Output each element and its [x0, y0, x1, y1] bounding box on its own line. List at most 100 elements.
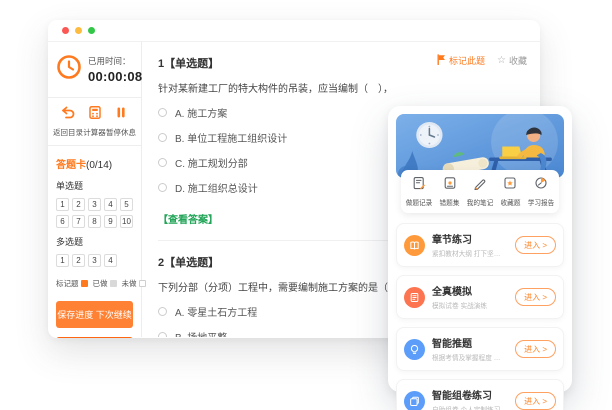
calculator-button[interactable]: 计算器 [83, 106, 106, 138]
menu-item-notes[interactable]: 我的笔记 [465, 176, 495, 208]
practice-item-chapter[interactable]: 章节练习 紧扣教材大纲 打下坚实基础 进入 > [396, 223, 564, 267]
option-text: A. 零星土石方工程 [175, 304, 257, 319]
practice-modes-card: 做题记录 错题集 我的 [388, 106, 572, 392]
question-number-button[interactable]: 10 [120, 215, 133, 228]
menu-label: 我的笔记 [467, 198, 494, 208]
favorite-question-button[interactable]: ☆ 收藏 [497, 54, 527, 67]
question-number-button[interactable]: 3 [88, 254, 101, 267]
tool-label: 暂停休息 [106, 127, 136, 138]
compose-paper-icon [404, 391, 425, 410]
radio-icon[interactable] [158, 332, 167, 337]
report-clock-icon [534, 176, 548, 195]
clock-icon [56, 54, 82, 85]
question-number-button[interactable]: 4 [104, 254, 117, 267]
pause-icon [115, 106, 127, 124]
answer-card-section: 答题卡(0/14) 单选题 1 2 3 4 5 6 7 8 9 10 [48, 146, 141, 338]
tool-label: 计算器 [83, 127, 106, 138]
lightbulb-icon [404, 339, 425, 360]
question-number-button[interactable]: 4 [104, 198, 117, 211]
question-number-button[interactable]: 2 [72, 254, 85, 267]
exam-sidebar: 已用时间： 00:00:08 返回目录 [48, 42, 142, 337]
star-icon: ☆ [497, 56, 506, 66]
practice-item-title: 章节练习 [432, 231, 508, 246]
back-arrow-icon [61, 106, 75, 124]
single-choice-grid: 1 2 3 4 5 6 7 8 9 10 [56, 198, 133, 228]
done-swatch [110, 280, 117, 287]
question-number-button[interactable]: 8 [88, 215, 101, 228]
flag-icon [437, 54, 446, 67]
menu-item-report[interactable]: 学习报告 [526, 176, 556, 208]
zoom-window-button[interactable] [88, 27, 95, 34]
question-number-button[interactable]: 7 [72, 215, 85, 228]
practice-item-subtitle: 紧扣教材大纲 打下坚实基础 [432, 249, 504, 259]
option-text: A. 施工方案 [175, 105, 227, 120]
practice-item-subtitle: 模拟试卷 实战演练 [432, 301, 504, 311]
question-number-button[interactable]: 2 [72, 198, 85, 211]
view-answer-link[interactable]: 【查看答案】 [158, 211, 218, 226]
exam-paper-icon [404, 287, 425, 308]
star-box-icon [503, 176, 517, 195]
radio-icon[interactable] [158, 158, 167, 167]
save-progress-button[interactable]: 保存进度 下次继续 [56, 301, 133, 328]
menu-label: 收藏题 [500, 198, 520, 208]
practice-item-subtitle: 根据考情及掌握程度 智能推送... [432, 353, 504, 363]
timer-label: 已用时间： [88, 55, 142, 67]
single-choice-label: 单选题 [56, 179, 133, 192]
pencil-note-icon [473, 176, 487, 195]
radio-icon[interactable] [158, 108, 167, 117]
record-doc-icon [412, 176, 426, 195]
option-text: B. 场地平整 [175, 329, 227, 337]
enter-button[interactable]: 进入 > [515, 392, 556, 410]
question-number-button[interactable]: 5 [120, 198, 133, 211]
tool-label: 返回目录 [53, 127, 83, 138]
promo-menu-row: 做题记录 错题集 我的 [401, 170, 559, 213]
question-number-button[interactable]: 1 [56, 198, 69, 211]
submit-exam-button[interactable]: 直接交卷 [56, 337, 133, 338]
timer-section: 已用时间： 00:00:08 [48, 42, 141, 98]
question-number-button[interactable]: 1 [56, 254, 69, 267]
timer-value: 00:00:08 [88, 69, 142, 84]
menu-item-wrong-book[interactable]: 错题集 [434, 176, 464, 208]
question-number-button[interactable]: 9 [104, 215, 117, 228]
legend-label: 未做 [122, 278, 137, 289]
practice-item-smart-push[interactable]: 智能推题 根据考情及掌握程度 智能推送... 进入 > [396, 327, 564, 371]
favorite-label: 收藏 [509, 54, 527, 67]
answer-card-title: 答题卡 [56, 160, 86, 171]
question-number-button[interactable]: 6 [56, 215, 69, 228]
question-actions: 标记此题 ☆ 收藏 [437, 54, 527, 67]
wrong-book-icon [443, 176, 457, 195]
multi-choice-label: 多选题 [56, 235, 133, 248]
practice-list: 章节练习 紧扣教材大纲 打下坚实基础 进入 > 全真模拟 模拟试卷 实战演练 进… [396, 223, 564, 410]
mark-question-label: 标记此题 [449, 54, 485, 67]
question-number-button[interactable]: 3 [88, 198, 101, 211]
enter-button[interactable]: 进入 > [515, 340, 556, 358]
back-to-catalog-button[interactable]: 返回目录 [53, 106, 83, 138]
enter-button[interactable]: 进入 > [515, 236, 556, 254]
minimize-window-button[interactable] [75, 27, 82, 34]
book-icon [404, 235, 425, 256]
close-window-button[interactable] [62, 27, 69, 34]
calculator-icon [89, 106, 101, 124]
marked-swatch [81, 280, 88, 287]
practice-item-title: 智能推题 [432, 335, 508, 350]
enter-button[interactable]: 进入 > [515, 288, 556, 306]
practice-item-subtitle: 自助组卷 个人定制练习 [432, 405, 504, 410]
legend-label: 已做 [93, 278, 108, 289]
multi-choice-grid: 1 2 3 4 [56, 254, 133, 267]
practice-item-custom-paper[interactable]: 智能组卷练习 自助组卷 个人定制练习 进入 > [396, 379, 564, 410]
legend-label: 标记题 [56, 278, 79, 289]
mark-question-button[interactable]: 标记此题 [437, 54, 485, 67]
answer-card-progress: (0/14) [86, 160, 112, 171]
radio-icon[interactable] [158, 307, 167, 316]
study-illustration [396, 114, 564, 178]
menu-item-favorites[interactable]: 收藏题 [495, 176, 525, 208]
pause-rest-button[interactable]: 暂停休息 [106, 106, 136, 138]
question-text: 针对某新建工厂的特大构件的吊装，应当编制（ ）， [158, 80, 526, 95]
window-titlebar [48, 20, 540, 42]
practice-item-mock-exam[interactable]: 全真模拟 模拟试卷 实战演练 进入 > [396, 275, 564, 319]
menu-label: 学习报告 [528, 198, 555, 208]
radio-icon[interactable] [158, 183, 167, 192]
menu-label: 错题集 [440, 198, 460, 208]
radio-icon[interactable] [158, 133, 167, 142]
menu-item-record[interactable]: 做题记录 [404, 176, 434, 208]
